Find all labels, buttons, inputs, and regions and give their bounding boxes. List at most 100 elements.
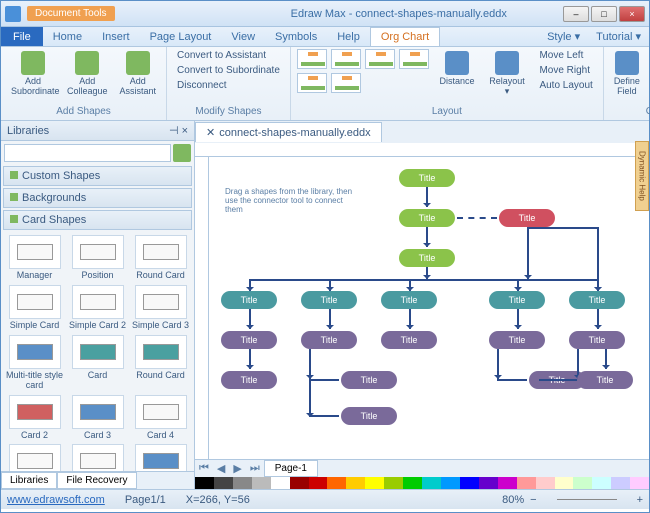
org-node[interactable]: Title: [341, 407, 397, 425]
color-swatch[interactable]: [555, 477, 574, 489]
file-menu[interactable]: File: [1, 27, 43, 46]
color-swatch[interactable]: [630, 477, 649, 489]
move-right-button[interactable]: Move Right: [535, 64, 596, 77]
document-tab[interactable]: ✕connect-shapes-manually.eddx: [195, 122, 382, 142]
shape-card-6[interactable]: Card 6: [68, 444, 127, 471]
dynamic-help-handle[interactable]: Dynamic Help: [635, 141, 649, 211]
auto-layout-check[interactable]: Auto Layout: [535, 79, 596, 92]
layout-option-5[interactable]: [297, 73, 327, 93]
shape-simple-card[interactable]: Simple Card: [5, 285, 64, 331]
shape-card[interactable]: Card: [68, 335, 127, 391]
page-prev[interactable]: ◀: [213, 462, 229, 475]
zoom-out[interactable]: −: [530, 494, 536, 506]
tab-help[interactable]: Help: [327, 28, 370, 46]
shape-card-7[interactable]: Card 7: [131, 444, 190, 471]
library-search-go[interactable]: [173, 144, 191, 162]
color-swatch[interactable]: [327, 477, 346, 489]
library-search[interactable]: [4, 144, 171, 162]
add-subordinate-button[interactable]: Add Subordinate: [7, 49, 59, 99]
color-swatch[interactable]: [233, 477, 252, 489]
tab-insert[interactable]: Insert: [92, 28, 140, 46]
zoom-slider[interactable]: [557, 499, 617, 500]
add-colleague-button[interactable]: Add Colleague: [63, 49, 112, 99]
page-first[interactable]: ⏮: [195, 462, 213, 475]
org-node[interactable]: Title: [499, 209, 555, 227]
libraries-pin-icon[interactable]: ⊣ ×: [169, 124, 188, 137]
color-swatch[interactable]: [422, 477, 441, 489]
color-swatch[interactable]: [517, 477, 536, 489]
page-tab-1[interactable]: Page-1: [264, 460, 318, 477]
shape-round-card[interactable]: Round Card: [131, 335, 190, 391]
shape-multi-title-style-card[interactable]: Multi-title style card: [5, 335, 64, 391]
canvas[interactable]: Drag a shapes from the library, then use…: [209, 157, 649, 459]
color-swatch[interactable]: [214, 477, 233, 489]
color-swatch[interactable]: [271, 477, 290, 489]
zoom-in[interactable]: +: [637, 494, 643, 506]
color-swatch[interactable]: [460, 477, 479, 489]
shape-card-5[interactable]: Card 5: [5, 444, 64, 471]
org-node[interactable]: Title: [489, 331, 545, 349]
close-button[interactable]: ×: [619, 6, 645, 22]
shape-manager[interactable]: Manager: [5, 235, 64, 281]
shape-round-card[interactable]: Round Card: [131, 235, 190, 281]
color-palette[interactable]: [195, 477, 649, 489]
color-swatch[interactable]: [290, 477, 309, 489]
relayout-button[interactable]: Relayout ▾: [483, 49, 532, 99]
color-swatch[interactable]: [365, 477, 384, 489]
layout-option-4[interactable]: [399, 49, 429, 69]
cat-backgrounds[interactable]: Backgrounds: [3, 188, 192, 208]
org-node[interactable]: Title: [399, 249, 455, 267]
shape-position[interactable]: Position: [68, 235, 127, 281]
move-left-button[interactable]: Move Left: [535, 49, 596, 62]
tab-home[interactable]: Home: [43, 28, 92, 46]
color-swatch[interactable]: [309, 477, 328, 489]
org-node[interactable]: Title: [399, 209, 455, 227]
cat-card-shapes[interactable]: Card Shapes: [3, 210, 192, 230]
org-node[interactable]: Title: [221, 371, 277, 389]
tutorial-menu[interactable]: Tutorial ▾: [588, 30, 649, 43]
layout-option-2[interactable]: [331, 49, 361, 69]
convert-subordinate-button[interactable]: Convert to Subordinate: [173, 64, 284, 77]
color-swatch[interactable]: [479, 477, 498, 489]
org-node[interactable]: Title: [381, 331, 437, 349]
minimize-button[interactable]: –: [563, 6, 589, 22]
shape-card-4[interactable]: Card 4: [131, 395, 190, 441]
style-menu[interactable]: Style ▾: [539, 30, 588, 43]
color-swatch[interactable]: [384, 477, 403, 489]
disconnect-button[interactable]: Disconnect: [173, 79, 230, 92]
convert-assistant-button[interactable]: Convert to Assistant: [173, 49, 270, 62]
add-assistant-button[interactable]: Add Assistant: [116, 49, 161, 99]
bottom-tab-recovery[interactable]: File Recovery: [57, 472, 136, 489]
status-url[interactable]: www.edrawsoft.com: [7, 494, 105, 506]
tab-org-chart[interactable]: Org Chart: [370, 27, 440, 46]
bottom-tab-libraries[interactable]: Libraries: [1, 472, 57, 489]
page-next[interactable]: ▶: [229, 462, 245, 475]
org-node[interactable]: Title: [577, 371, 633, 389]
layout-option-6[interactable]: [331, 73, 361, 93]
color-swatch[interactable]: [346, 477, 365, 489]
color-swatch[interactable]: [611, 477, 630, 489]
color-swatch[interactable]: [536, 477, 555, 489]
tab-symbols[interactable]: Symbols: [265, 28, 327, 46]
layout-option-1[interactable]: [297, 49, 327, 69]
color-swatch[interactable]: [252, 477, 271, 489]
org-node[interactable]: Title: [569, 331, 625, 349]
org-node[interactable]: Title: [301, 331, 357, 349]
org-node[interactable]: Title: [221, 331, 277, 349]
org-node[interactable]: Title: [399, 169, 455, 187]
color-swatch[interactable]: [195, 477, 214, 489]
distance-button[interactable]: Distance: [436, 49, 479, 89]
shape-card-3[interactable]: Card 3: [68, 395, 127, 441]
layout-option-3[interactable]: [365, 49, 395, 69]
cat-custom-shapes[interactable]: Custom Shapes: [3, 166, 192, 186]
org-node[interactable]: Title: [341, 371, 397, 389]
page-last[interactable]: ⏭: [246, 462, 264, 475]
color-swatch[interactable]: [403, 477, 422, 489]
color-swatch[interactable]: [592, 477, 611, 489]
shape-card-2[interactable]: Card 2: [5, 395, 64, 441]
color-swatch[interactable]: [498, 477, 517, 489]
tab-page-layout[interactable]: Page Layout: [140, 28, 222, 46]
tab-view[interactable]: View: [221, 28, 265, 46]
shape-simple-card-3[interactable]: Simple Card 3: [131, 285, 190, 331]
color-swatch[interactable]: [573, 477, 592, 489]
